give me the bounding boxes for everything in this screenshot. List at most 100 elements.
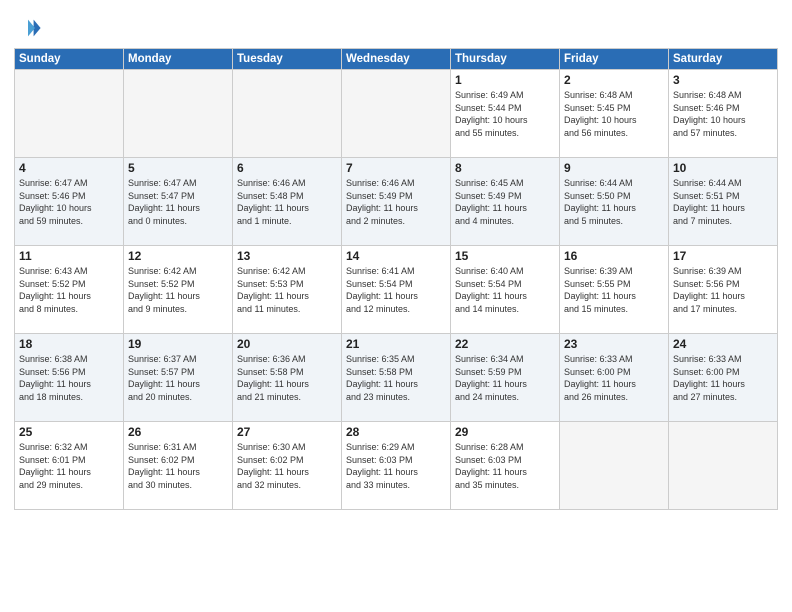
day-number: 18: [19, 337, 119, 351]
calendar-cell: 4 Sunrise: 6:47 AM Sunset: 5:46 PM Daylig…: [15, 158, 124, 246]
day-number: 12: [128, 249, 228, 263]
logo-icon: [14, 14, 42, 42]
day-info: Sunrise: 6:42 AM Sunset: 5:53 PM Dayligh…: [237, 265, 337, 315]
day-number: 28: [346, 425, 446, 439]
calendar-cell: 5 Sunrise: 6:47 AM Sunset: 5:47 PM Daylig…: [124, 158, 233, 246]
day-number: 10: [673, 161, 773, 175]
weekday-header-wednesday: Wednesday: [342, 49, 451, 70]
calendar-cell: 1 Sunrise: 6:49 AM Sunset: 5:44 PM Daylig…: [451, 70, 560, 158]
calendar-cell: 6 Sunrise: 6:46 AM Sunset: 5:48 PM Daylig…: [233, 158, 342, 246]
day-number: 24: [673, 337, 773, 351]
day-number: 7: [346, 161, 446, 175]
day-number: 21: [346, 337, 446, 351]
day-number: 25: [19, 425, 119, 439]
calendar-cell: 26 Sunrise: 6:31 AM Sunset: 6:02 PM Dayli…: [124, 422, 233, 510]
day-info: Sunrise: 6:28 AM Sunset: 6:03 PM Dayligh…: [455, 441, 555, 491]
calendar-week-row: 18 Sunrise: 6:38 AM Sunset: 5:56 PM Dayli…: [15, 334, 778, 422]
day-info: Sunrise: 6:39 AM Sunset: 5:55 PM Dayligh…: [564, 265, 664, 315]
calendar-cell: 24Sunrise: 6:33 AM Sunset: 6:00 PM Dayli…: [669, 334, 778, 422]
day-info: Sunrise: 6:40 AM Sunset: 5:54 PM Dayligh…: [455, 265, 555, 315]
day-info: Sunrise: 6:44 AM Sunset: 5:50 PM Dayligh…: [564, 177, 664, 227]
day-info: Sunrise: 6:30 AM Sunset: 6:02 PM Dayligh…: [237, 441, 337, 491]
day-number: 13: [237, 249, 337, 263]
calendar-cell: 13 Sunrise: 6:42 AM Sunset: 5:53 PM Dayli…: [233, 246, 342, 334]
day-info: Sunrise: 6:46 AM Sunset: 5:48 PM Dayligh…: [237, 177, 337, 227]
calendar-cell: [15, 70, 124, 158]
weekday-header-saturday: Saturday: [669, 49, 778, 70]
calendar-week-row: 25 Sunrise: 6:32 AM Sunset: 6:01 PM Dayli…: [15, 422, 778, 510]
calendar-week-row: 4 Sunrise: 6:47 AM Sunset: 5:46 PM Daylig…: [15, 158, 778, 246]
day-info: Sunrise: 6:43 AM Sunset: 5:52 PM Dayligh…: [19, 265, 119, 315]
calendar-cell: 17 Sunrise: 6:39 AM Sunset: 5:56 PM Dayli…: [669, 246, 778, 334]
weekday-header-friday: Friday: [560, 49, 669, 70]
day-info: Sunrise: 6:32 AM Sunset: 6:01 PM Dayligh…: [19, 441, 119, 491]
day-info: Sunrise: 6:42 AM Sunset: 5:52 PM Dayligh…: [128, 265, 228, 315]
day-number: 6: [237, 161, 337, 175]
calendar-cell: 15 Sunrise: 6:40 AM Sunset: 5:54 PM Dayli…: [451, 246, 560, 334]
day-number: 29: [455, 425, 555, 439]
day-number: 14: [346, 249, 446, 263]
day-number: 16: [564, 249, 664, 263]
calendar-cell: 28 Sunrise: 6:29 AM Sunset: 6:03 PM Dayli…: [342, 422, 451, 510]
calendar-cell: [233, 70, 342, 158]
day-number: 5: [128, 161, 228, 175]
day-number: 8: [455, 161, 555, 175]
day-number: 11: [19, 249, 119, 263]
calendar-cell: 19Sunrise: 6:37 AM Sunset: 5:57 PM Dayli…: [124, 334, 233, 422]
calendar-cell: 18 Sunrise: 6:38 AM Sunset: 5:56 PM Dayli…: [15, 334, 124, 422]
day-number: 19: [128, 337, 228, 351]
calendar-table: SundayMondayTuesdayWednesdayThursdayFrid…: [14, 48, 778, 510]
calendar-cell: 27 Sunrise: 6:30 AM Sunset: 6:02 PM Dayli…: [233, 422, 342, 510]
day-info: Sunrise: 6:49 AM Sunset: 5:44 PM Dayligh…: [455, 89, 555, 139]
day-info: Sunrise: 6:41 AM Sunset: 5:54 PM Dayligh…: [346, 265, 446, 315]
calendar-cell: 16 Sunrise: 6:39 AM Sunset: 5:55 PM Dayli…: [560, 246, 669, 334]
day-info: Sunrise: 6:48 AM Sunset: 5:45 PM Dayligh…: [564, 89, 664, 139]
day-info: Sunrise: 6:47 AM Sunset: 5:47 PM Dayligh…: [128, 177, 228, 227]
day-info: Sunrise: 6:35 AM Sunset: 5:58 PM Dayligh…: [346, 353, 446, 403]
logo: [14, 14, 44, 42]
day-number: 23: [564, 337, 664, 351]
day-info: Sunrise: 6:48 AM Sunset: 5:46 PM Dayligh…: [673, 89, 773, 139]
day-number: 15: [455, 249, 555, 263]
calendar-cell: 14 Sunrise: 6:41 AM Sunset: 5:54 PM Dayli…: [342, 246, 451, 334]
calendar-cell: 21 Sunrise: 6:35 AM Sunset: 5:58 PM Dayli…: [342, 334, 451, 422]
calendar-cell: 3 Sunrise: 6:48 AM Sunset: 5:46 PM Daylig…: [669, 70, 778, 158]
day-info: Sunrise: 6:31 AM Sunset: 6:02 PM Dayligh…: [128, 441, 228, 491]
calendar-cell: 7 Sunrise: 6:46 AM Sunset: 5:49 PM Daylig…: [342, 158, 451, 246]
day-info: Sunrise: 6:33 AM Sunset: 6:00 PM Dayligh…: [564, 353, 664, 403]
day-info: Sunrise: 6:34 AM Sunset: 5:59 PM Dayligh…: [455, 353, 555, 403]
day-number: 20: [237, 337, 337, 351]
calendar-cell: [560, 422, 669, 510]
day-number: 17: [673, 249, 773, 263]
weekday-header-sunday: Sunday: [15, 49, 124, 70]
day-number: 4: [19, 161, 119, 175]
calendar-cell: [342, 70, 451, 158]
day-number: 1: [455, 73, 555, 87]
calendar-cell: 29 Sunrise: 6:28 AM Sunset: 6:03 PM Dayli…: [451, 422, 560, 510]
header: [14, 10, 778, 42]
weekday-header-tuesday: Tuesday: [233, 49, 342, 70]
day-info: Sunrise: 6:46 AM Sunset: 5:49 PM Dayligh…: [346, 177, 446, 227]
day-number: 3: [673, 73, 773, 87]
day-info: Sunrise: 6:39 AM Sunset: 5:56 PM Dayligh…: [673, 265, 773, 315]
calendar-cell: 10 Sunrise: 6:44 AM Sunset: 5:51 PM Dayli…: [669, 158, 778, 246]
calendar-cell: [669, 422, 778, 510]
calendar-cell: 8 Sunrise: 6:45 AM Sunset: 5:49 PM Daylig…: [451, 158, 560, 246]
page: SundayMondayTuesdayWednesdayThursdayFrid…: [0, 0, 792, 612]
day-info: Sunrise: 6:36 AM Sunset: 5:58 PM Dayligh…: [237, 353, 337, 403]
calendar-cell: 23 Sunrise: 6:33 AM Sunset: 6:00 PM Dayli…: [560, 334, 669, 422]
day-info: Sunrise: 6:38 AM Sunset: 5:56 PM Dayligh…: [19, 353, 119, 403]
calendar-cell: 11 Sunrise: 6:43 AM Sunset: 5:52 PM Dayli…: [15, 246, 124, 334]
day-number: 27: [237, 425, 337, 439]
calendar-cell: 20 Sunrise: 6:36 AM Sunset: 5:58 PM Dayli…: [233, 334, 342, 422]
day-info: Sunrise: 6:44 AM Sunset: 5:51 PM Dayligh…: [673, 177, 773, 227]
day-info: Sunrise: 6:47 AM Sunset: 5:46 PM Dayligh…: [19, 177, 119, 227]
day-info: Sunrise: 6:29 AM Sunset: 6:03 PM Dayligh…: [346, 441, 446, 491]
day-number: 9: [564, 161, 664, 175]
day-info: Sunrise: 6:45 AM Sunset: 5:49 PM Dayligh…: [455, 177, 555, 227]
calendar-cell: 2Sunrise: 6:48 AM Sunset: 5:45 PM Daylig…: [560, 70, 669, 158]
weekday-header-monday: Monday: [124, 49, 233, 70]
calendar-cell: 25 Sunrise: 6:32 AM Sunset: 6:01 PM Dayli…: [15, 422, 124, 510]
day-number: 26: [128, 425, 228, 439]
calendar-week-row: 1 Sunrise: 6:49 AM Sunset: 5:44 PM Daylig…: [15, 70, 778, 158]
